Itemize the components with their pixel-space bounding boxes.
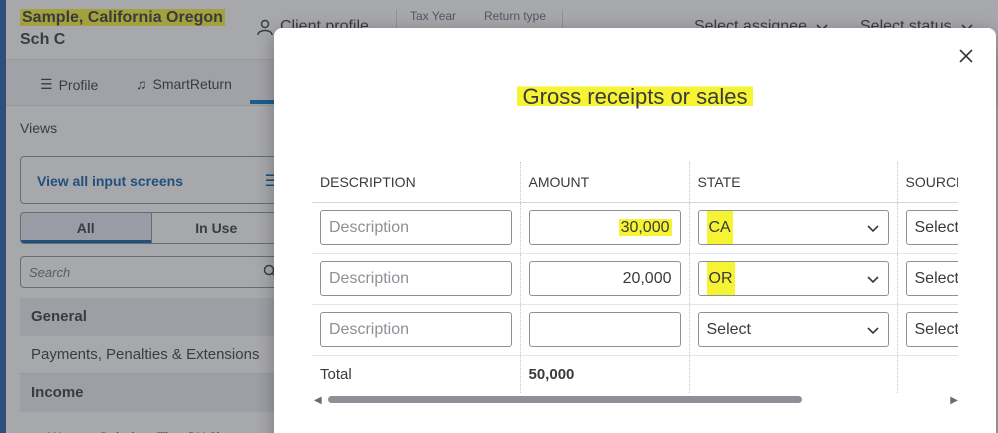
state-select[interactable]: OR xyxy=(697,261,889,296)
close-icon xyxy=(959,49,973,63)
total-amount: 50,000 xyxy=(520,355,690,393)
chevron-down-icon xyxy=(866,275,879,283)
scroll-right-icon[interactable]: ▶ xyxy=(950,395,958,406)
table-row: Select Select xyxy=(312,304,958,356)
table-row: 20,000 OR Select xyxy=(312,253,958,305)
chevron-down-icon xyxy=(866,224,879,232)
total-empty-cell xyxy=(897,355,958,393)
state-select[interactable]: Select xyxy=(697,312,889,347)
column-header-source: SOURCE xyxy=(897,162,958,203)
column-header-state: STATE xyxy=(689,162,898,203)
grid-header-row: DESCRIPTION AMOUNT STATE SOURCE xyxy=(312,162,958,203)
modal-title: Gross receipts or sales xyxy=(274,84,996,110)
total-label: Total xyxy=(312,355,521,393)
close-button[interactable] xyxy=(954,44,978,68)
gross-receipts-modal: Gross receipts or sales DESCRIPTION AMOU… xyxy=(274,28,996,433)
description-input[interactable] xyxy=(320,312,512,347)
table-row: 30,000 CA Select xyxy=(312,202,958,254)
amount-input[interactable] xyxy=(528,312,681,347)
receipts-grid: DESCRIPTION AMOUNT STATE SOURCE 30,000 C… xyxy=(312,162,958,398)
state-select[interactable]: CA xyxy=(697,210,889,245)
source-select[interactable]: Select xyxy=(905,210,958,245)
total-empty-cell xyxy=(689,355,898,393)
horizontal-scrollbar[interactable]: ◀ ▶ xyxy=(314,394,958,406)
amount-input[interactable]: 30,000 xyxy=(528,210,681,245)
column-header-amount: AMOUNT xyxy=(520,162,690,203)
scrollbar-thumb[interactable] xyxy=(328,396,802,403)
column-header-description: DESCRIPTION xyxy=(312,162,521,203)
description-input[interactable] xyxy=(320,261,512,296)
amount-input[interactable]: 20,000 xyxy=(528,261,681,296)
source-select[interactable]: Select xyxy=(905,261,958,296)
description-input[interactable] xyxy=(320,210,512,245)
source-select[interactable]: Select xyxy=(905,312,958,347)
chevron-down-icon xyxy=(866,326,879,334)
scroll-left-icon[interactable]: ◀ xyxy=(314,395,322,406)
total-row: Total 50,000 xyxy=(312,355,958,393)
